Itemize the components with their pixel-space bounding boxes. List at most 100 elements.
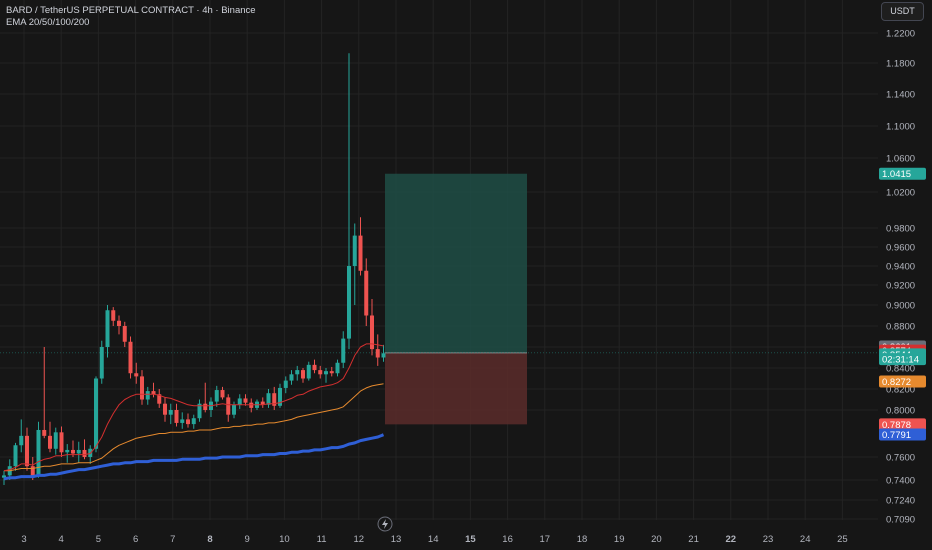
time-tick-label: 22 (726, 534, 737, 545)
candle-body (25, 435, 29, 467)
price-tick-label: 0.7240 (886, 496, 915, 507)
time-tick-label: 9 (245, 534, 250, 545)
candle-body (266, 393, 271, 405)
candle-body (381, 353, 386, 358)
candle-body (48, 435, 52, 449)
price-tick-label: 1.1000 (886, 122, 915, 133)
price-tick-label: 1.0200 (886, 188, 915, 199)
candle-body (122, 326, 127, 342)
candle-body (151, 391, 156, 395)
candle-body (36, 429, 41, 476)
candle-body (324, 371, 328, 375)
candle-body (140, 376, 144, 400)
time-tick-label: 16 (502, 534, 513, 545)
candle-body (168, 410, 173, 415)
time-tick-label: 14 (428, 534, 439, 545)
candle-body (329, 371, 334, 374)
time-tick-label: 25 (837, 534, 848, 545)
time-tick-label: 21 (688, 534, 699, 545)
candle-body (306, 364, 311, 379)
candle-body (341, 338, 346, 363)
take-profit-zone (385, 173, 527, 353)
price-tick-label: 1.1800 (886, 59, 915, 70)
time-tick-label: 15 (465, 534, 476, 545)
candle-body (19, 435, 24, 446)
candle-body (134, 373, 139, 377)
time-tick-label: 23 (763, 534, 774, 545)
candle-body (82, 449, 87, 457)
candle-body (76, 449, 81, 454)
position-zones[interactable] (0, 173, 878, 425)
price-tick-label: 1.2200 (886, 29, 915, 40)
time-tick-label: 7 (170, 534, 175, 545)
candle-body (94, 378, 98, 449)
time-tick-label: 11 (317, 534, 327, 545)
candle-body (145, 391, 150, 400)
price-tick-label: 0.8000 (886, 406, 915, 417)
price-tag-label: 0.8272 (882, 377, 911, 388)
candle-body (335, 362, 340, 374)
candle-body (289, 374, 294, 381)
price-tick-label: 0.9400 (886, 262, 915, 273)
candle-body (214, 390, 219, 402)
currency-button[interactable]: USDT (881, 2, 924, 21)
time-tick-label: 5 (96, 534, 101, 545)
price-tick-label: 0.9800 (886, 224, 915, 235)
candle-body (117, 320, 121, 326)
candle-body (128, 341, 133, 374)
time-tick-label: 18 (577, 534, 588, 545)
price-tick-label: 0.9000 (886, 301, 915, 312)
candle-body (180, 419, 185, 423)
candle-body (53, 432, 58, 449)
price-chart[interactable]: 1.2200 1.1800 1.1400 1.1000 1.0600 1.0200 0.98… (0, 0, 932, 550)
candle-body (203, 403, 208, 410)
candle-body (358, 235, 363, 271)
time-tick-label: 24 (800, 534, 811, 545)
candle-body (99, 347, 104, 379)
price-tick-label: 0.7600 (886, 453, 915, 464)
candle-body (174, 410, 179, 423)
time-tick-label: 3 (21, 534, 26, 545)
candle-body (186, 419, 190, 425)
stop-loss-zone (385, 352, 527, 425)
candle-body (30, 466, 35, 476)
time-tick-label: 13 (391, 534, 402, 545)
candle-body (312, 364, 317, 371)
candle-body (232, 404, 236, 415)
price-tick-label: 0.7090 (886, 515, 915, 526)
price-tag-label: 02:31:14 (882, 355, 919, 366)
time-tick-label: 12 (354, 534, 365, 545)
candles (2, 53, 386, 485)
candle-body (301, 370, 305, 379)
candle-body (220, 390, 225, 398)
price-tick-label: 0.9600 (886, 243, 915, 254)
symbol-title: BARD / TetherUS PERPETUAL CONTRACT · 4h … (6, 5, 256, 16)
indicator-legend[interactable]: EMA 20/50/100/200 (6, 17, 89, 28)
time-axis-labels: 3 4 5 6 7 8 9 10 11 12 13 14 15 16 17 18 19 20 21 22 23 24 25 (21, 534, 847, 545)
price-tick-label: 0.8800 (886, 322, 915, 333)
price-tick-label: 0.7400 (886, 476, 915, 487)
candle-body (243, 398, 248, 403)
candle-body (71, 449, 75, 454)
candle-body (347, 266, 351, 339)
candle-body (352, 235, 357, 266)
candle-body (13, 445, 18, 467)
time-tick-label: 4 (59, 534, 64, 545)
time-tick-label: 20 (651, 534, 662, 545)
time-tick-label: 6 (133, 534, 138, 545)
bolt-icon[interactable] (377, 516, 393, 532)
price-tag-label: 1.0415 (882, 169, 911, 180)
time-tick-label: 8 (207, 534, 212, 545)
candle-body (42, 429, 47, 436)
time-tick-label: 19 (614, 534, 625, 545)
price-tick-label: 1.1400 (886, 90, 915, 101)
candle-body (65, 449, 70, 453)
candle-body (318, 370, 323, 375)
time-tick-label: 10 (279, 534, 290, 545)
candle-body (105, 310, 110, 347)
candle-body (111, 310, 116, 321)
price-axis-labels: 1.2200 1.1800 1.1400 1.1000 1.0600 1.0200 0.98… (886, 29, 915, 526)
price-tick-label: 0.9200 (886, 281, 915, 292)
candle-body (237, 398, 242, 405)
candle-body (59, 432, 64, 453)
